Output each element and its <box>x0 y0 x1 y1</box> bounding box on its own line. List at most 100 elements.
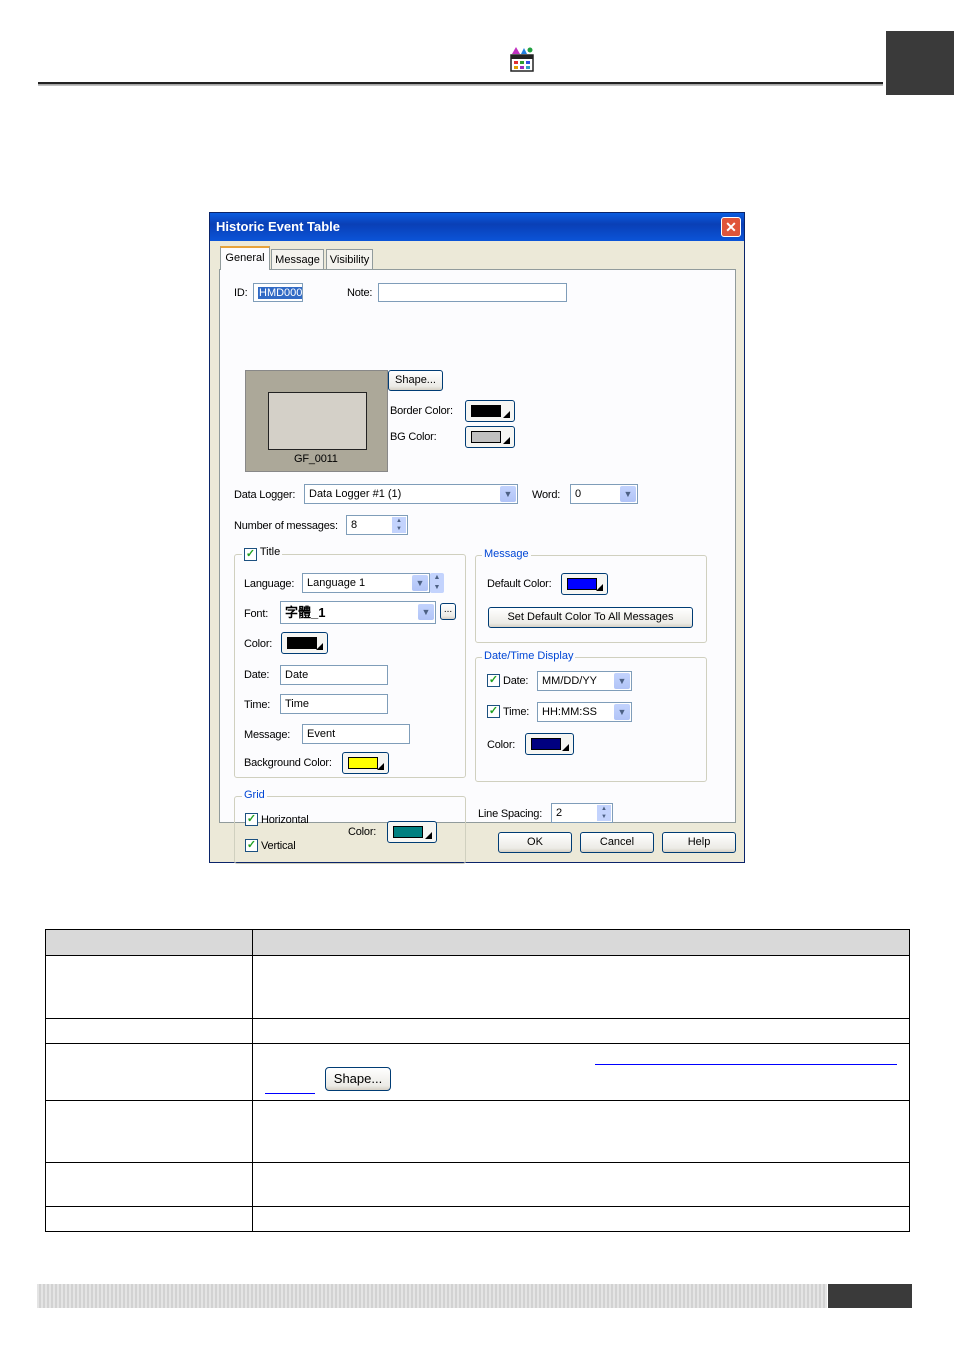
spin-down-icon[interactable]: ▼ <box>396 526 402 532</box>
datetime-color-picker[interactable] <box>525 733 574 755</box>
table-cell <box>252 955 910 1019</box>
time-format-value: HH:MM:SS <box>542 706 597 718</box>
num-messages-label: Number of messages: <box>234 520 338 532</box>
date-display-label: Date: <box>503 675 529 687</box>
date-title-field[interactable]: Date <box>280 665 388 685</box>
shape-button-image: Shape... <box>325 1067 391 1091</box>
set-default-color-button[interactable]: Set Default Color To All Messages <box>488 607 693 628</box>
table-cell: Shape... <box>252 1043 910 1101</box>
data-logger-select[interactable]: Data Logger #1 (1) ▼ <box>304 484 518 504</box>
spin-up-icon[interactable]: ▲ <box>601 806 607 812</box>
table-row <box>45 1100 910 1163</box>
preview-frame <box>268 392 367 450</box>
horizontal-checkbox[interactable]: ✓ <box>245 813 258 826</box>
num-messages-spinner[interactable]: 8 ▲ ▼ <box>346 515 408 535</box>
chevron-down-icon[interactable]: ▼ <box>614 673 630 689</box>
language-spinner-icon[interactable]: ▲ ▼ <box>430 573 444 593</box>
chevron-down-icon[interactable]: ▼ <box>500 486 516 502</box>
title-color-label: Color: <box>244 638 273 650</box>
table-cell <box>252 1162 910 1207</box>
data-logger-label: Data Logger: <box>234 489 296 501</box>
table-cell <box>45 1018 253 1044</box>
footer-page-tab <box>828 1284 912 1308</box>
message-title-field[interactable]: Event <box>302 724 410 744</box>
table-cell <box>45 1162 253 1207</box>
num-messages-value: 8 <box>351 519 358 531</box>
bg-color-picker[interactable] <box>465 426 515 448</box>
close-icon[interactable]: ✕ <box>721 217 741 237</box>
app-logo-icon <box>508 45 536 73</box>
time-display-label: Time: <box>503 706 530 718</box>
line-spacing-spinner[interactable]: 2 ▲ ▼ <box>551 803 613 823</box>
title-bg-color-swatch <box>348 757 378 769</box>
default-color-picker[interactable] <box>561 573 608 595</box>
title-checkbox[interactable]: ✓ <box>244 548 257 561</box>
dropdown-arrow-icon <box>503 411 510 418</box>
help-button[interactable]: Help <box>662 832 736 853</box>
id-field[interactable]: HMD0000 <box>253 283 303 302</box>
table-cell <box>45 1206 253 1232</box>
grid-color-label: Color: <box>348 826 377 838</box>
table-row <box>45 1206 910 1232</box>
vertical-checkbox[interactable]: ✓ <box>245 839 258 852</box>
link-underline[interactable] <box>595 1064 897 1065</box>
title-color-picker[interactable] <box>281 632 328 654</box>
shape-button[interactable]: Shape... <box>388 370 443 391</box>
chevron-down-icon[interactable]: ▼ <box>412 575 428 591</box>
border-color-label: Border Color: <box>390 405 453 417</box>
dialog-title: Historic Event Table <box>210 213 744 241</box>
language-select[interactable]: Language 1 ▼ <box>302 573 430 593</box>
language-value: Language 1 <box>307 577 366 589</box>
border-color-picker[interactable] <box>465 400 515 422</box>
default-color-swatch <box>567 578 597 590</box>
ok-button[interactable]: OK <box>498 832 572 853</box>
border-color-swatch <box>471 405 501 417</box>
message-group-header: Message <box>482 548 531 560</box>
chevron-down-icon[interactable]: ▼ <box>614 704 630 720</box>
vertical-label: Vertical <box>261 840 296 852</box>
date-format-select[interactable]: MM/DD/YY ▼ <box>537 671 632 691</box>
spinner-arrows-icon[interactable]: ▲ ▼ <box>392 517 406 533</box>
table-cell <box>252 1100 910 1163</box>
link-underline[interactable] <box>265 1093 315 1094</box>
grid-color-picker[interactable] <box>387 821 437 843</box>
chevron-down-icon[interactable]: ▼ <box>620 486 636 502</box>
line-spacing-value: 2 <box>556 807 563 819</box>
line-spacing-label: Line Spacing: <box>478 808 543 820</box>
chevron-down-icon[interactable]: ▼ <box>418 604 434 620</box>
date-display-checkbox[interactable]: ✓ <box>487 674 500 687</box>
spin-up-icon[interactable]: ▲ <box>396 518 402 524</box>
time-format-select[interactable]: HH:MM:SS ▼ <box>537 702 632 722</box>
spin-down-icon[interactable]: ▼ <box>601 814 607 820</box>
note-field[interactable] <box>378 283 567 302</box>
font-browse-button[interactable]: ... <box>440 603 456 620</box>
id-value: HMD0000 <box>258 287 302 299</box>
dropdown-arrow-icon <box>377 763 384 770</box>
preview-caption: GF_0011 <box>294 453 338 465</box>
tab-general[interactable]: General <box>220 246 270 270</box>
message-label: Message: <box>244 729 291 741</box>
language-label: Language: <box>244 578 295 590</box>
tab-message[interactable]: Message <box>271 249 324 269</box>
horizontal-label: Horizontal <box>261 814 309 826</box>
word-select[interactable]: 0 ▼ <box>570 484 638 504</box>
time-title-field[interactable]: Time <box>280 694 388 714</box>
bg-color-label: BG Color: <box>390 431 437 443</box>
cancel-button[interactable]: Cancel <box>580 832 654 853</box>
font-select[interactable]: 字體_1 ▼ <box>280 601 436 624</box>
time-display-checkbox[interactable]: ✓ <box>487 705 500 718</box>
property-table: Shape... <box>45 929 910 1232</box>
table-cell <box>45 955 253 1019</box>
table-header-row <box>45 929 910 956</box>
title-bg-color-picker[interactable] <box>342 752 389 774</box>
table-cell <box>252 1018 910 1044</box>
dropdown-arrow-icon <box>503 437 510 444</box>
table-row <box>45 1162 910 1207</box>
spinner-arrows-icon[interactable]: ▲ ▼ <box>597 805 611 821</box>
spin-down-icon[interactable]: ▼ <box>434 584 441 591</box>
tab-visibility[interactable]: Visibility <box>326 249 373 269</box>
grid-group-header: Grid <box>242 789 267 801</box>
background-color-label: Background Color: <box>244 757 332 769</box>
spin-up-icon[interactable]: ▲ <box>434 574 441 581</box>
note-label: Note: <box>347 287 373 299</box>
